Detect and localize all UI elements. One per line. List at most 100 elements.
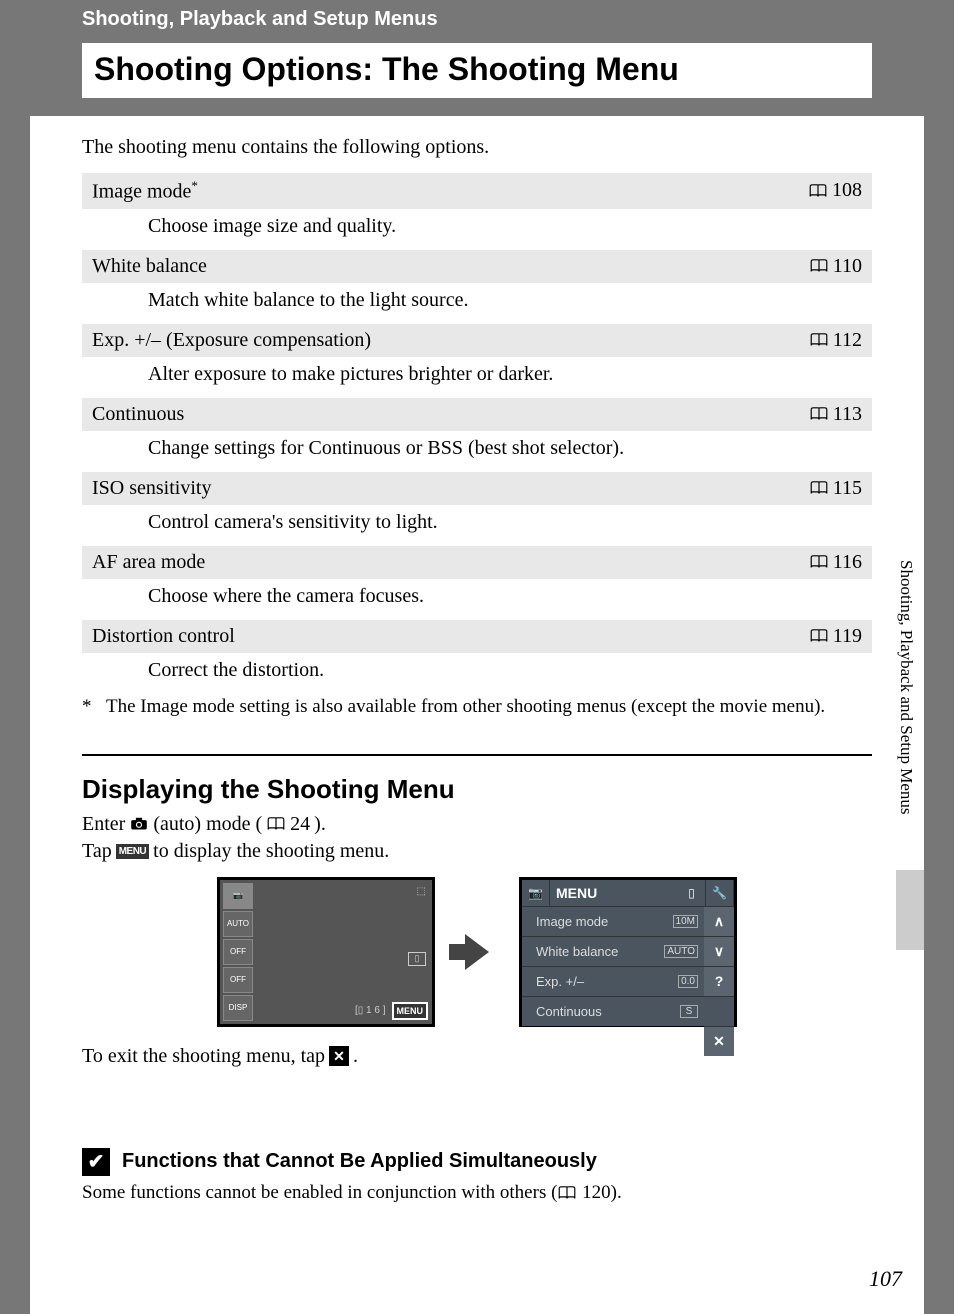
- content: The shooting menu contains the following…: [30, 116, 924, 1204]
- menu-row: White balance AUTO: [522, 936, 704, 966]
- instruction-line-2: Tap MENU to display the shooting menu.: [82, 840, 872, 863]
- screen1-midright-icon: ▯: [408, 952, 426, 966]
- option-block: Continuous 113Change settings for Contin…: [82, 398, 872, 468]
- side-tab-label: Shooting, Playback and Setup Menus: [896, 560, 916, 815]
- menu-row: Continuous S: [522, 996, 704, 1026]
- help-icon: ?: [704, 966, 734, 996]
- book-icon: [809, 259, 829, 273]
- option-page-ref: 119: [809, 625, 862, 648]
- title-band: Shooting Options: The Shooting Menu: [30, 39, 924, 116]
- option-label: Exp. +/– (Exposure compensation): [92, 329, 371, 352]
- option-desc: Control camera's sensitivity to light.: [82, 505, 872, 542]
- x-icon: ✕: [329, 1046, 349, 1066]
- book-icon: [557, 1186, 577, 1200]
- note-title-text: Functions that Cannot Be Applied Simulta…: [122, 1150, 597, 1173]
- option-block: ISO sensitivity 115Control camera's sens…: [82, 472, 872, 542]
- page-number: 107: [869, 1266, 902, 1292]
- footnote: * The Image mode setting is also availab…: [82, 690, 872, 718]
- option-header: ISO sensitivity 115: [82, 472, 872, 505]
- screen2-title: MENU: [550, 885, 678, 901]
- option-label: ISO sensitivity: [92, 477, 211, 500]
- spacer: [704, 996, 734, 1026]
- option-header: AF area mode 116: [82, 546, 872, 579]
- screen2-header: 📷 MENU ▯ 🔧: [522, 880, 734, 906]
- menu-row-label: Continuous: [536, 1004, 602, 1019]
- divider: [82, 754, 872, 756]
- option-block: White balance 110 Match white balance to …: [82, 250, 872, 320]
- option-header: Distortion control 119: [82, 620, 872, 653]
- menu-row-label: White balance: [536, 944, 618, 959]
- book-icon: [266, 817, 286, 831]
- menu-row: Image mode 10M: [522, 906, 704, 936]
- menu-row-label: Image mode: [536, 914, 608, 929]
- screen-shooting: 📷 AUTO OFF OFF DISP ⬚ ▯ [▯ 1 6 ] MENU: [217, 877, 435, 1027]
- option-desc: Alter exposure to make pictures brighter…: [82, 357, 872, 394]
- option-header: Exp. +/– (Exposure compensation) 112: [82, 324, 872, 357]
- page: Shooting, Playback and Setup Menus Shoot…: [30, 0, 924, 1314]
- footnote-mark: *: [82, 696, 96, 718]
- screen1-menu-button: MENU: [392, 1002, 429, 1020]
- book-icon: [809, 555, 829, 569]
- side-chip-off2: OFF: [223, 967, 253, 993]
- screen2-tab-setup: 🔧: [706, 880, 734, 906]
- scroll-down-icon: ∨: [704, 936, 734, 966]
- check-icon: ✔: [82, 1148, 110, 1176]
- option-label: AF area mode: [92, 551, 205, 574]
- screen2-sidebar: ∧ ∨ ? ✕: [704, 906, 734, 1056]
- option-desc: Choose image size and quality.: [82, 209, 872, 246]
- option-label: Distortion control: [92, 625, 235, 648]
- book-icon: [809, 629, 829, 643]
- side-tab: Shooting, Playback and Setup Menus: [888, 560, 924, 940]
- screen-menu: 📷 MENU ▯ 🔧 Image mode 10M White balance AUT…: [519, 877, 737, 1027]
- option-header: Image mode* 108: [82, 173, 872, 209]
- option-label: White balance: [92, 255, 207, 278]
- option-block: AF area mode 116Choose where the camera …: [82, 546, 872, 616]
- option-desc: Match white balance to the light source.: [82, 283, 872, 320]
- screen2-rows: Image mode 10M White balance AUTO Exp. +/–0.…: [522, 906, 704, 1024]
- side-chip-camera: 📷: [223, 883, 253, 909]
- option-header: Continuous 113: [82, 398, 872, 431]
- book-icon: [809, 333, 829, 347]
- screen1-bottom: [▯ 1 6 ] MENU: [355, 1002, 428, 1020]
- option-page-ref: 116: [809, 551, 862, 574]
- screen1-memory: [▯ 1 6 ]: [355, 1005, 386, 1016]
- option-page-ref: 112: [809, 329, 862, 352]
- page-title: Shooting Options: The Shooting Menu: [82, 43, 872, 98]
- option-desc: Choose where the camera focuses.: [82, 579, 872, 616]
- option-page-ref: 108: [808, 179, 862, 202]
- intro-text: The shooting menu contains the following…: [82, 136, 872, 159]
- option-block: Distortion control 119Correct the distor…: [82, 620, 872, 690]
- book-icon: [808, 184, 828, 198]
- menu-row-value: 10M: [673, 915, 698, 928]
- option-page-ref: 110: [809, 255, 862, 278]
- section-header: Shooting, Playback and Setup Menus: [30, 0, 924, 39]
- option-page-ref: 113: [809, 403, 862, 426]
- menu-row-value: AUTO: [664, 945, 698, 958]
- exit-instruction: To exit the shooting menu, tap ✕ .: [82, 1045, 872, 1068]
- screen1-sidebar: 📷 AUTO OFF OFF DISP: [223, 883, 253, 1021]
- side-chip-auto: AUTO: [223, 911, 253, 937]
- option-label: Image mode*: [92, 178, 198, 204]
- screenshots-row: 📷 AUTO OFF OFF DISP ⬚ ▯ [▯ 1 6 ] MENU 📷 …: [82, 877, 872, 1027]
- screen2-tab-movie: ▯: [678, 880, 706, 906]
- section-heading: Displaying the Shooting Menu: [82, 774, 872, 805]
- menu-row-value: S: [680, 1005, 698, 1018]
- screen2-tab-camera: 📷: [522, 880, 550, 906]
- scroll-up-icon: ∧: [704, 906, 734, 936]
- option-block: Image mode* 108Choose image size and qua…: [82, 173, 872, 246]
- side-tab-marker: [896, 870, 924, 950]
- side-chip-disp: DISP: [223, 995, 253, 1021]
- option-page-ref: 115: [809, 477, 862, 500]
- note-body: Some functions cannot be enabled in conj…: [82, 1182, 872, 1204]
- side-chip-off1: OFF: [223, 939, 253, 965]
- book-icon: [809, 407, 829, 421]
- book-icon: [809, 481, 829, 495]
- arrow-icon: [465, 934, 489, 970]
- menu-row-value: 0.0: [678, 975, 698, 988]
- section-header-text: Shooting, Playback and Setup Menus: [82, 8, 438, 30]
- menu-icon: MENU: [116, 844, 149, 859]
- menu-row: Exp. +/–0.0: [522, 966, 704, 996]
- close-icon: ✕: [704, 1026, 734, 1056]
- options-list: Image mode* 108Choose image size and qua…: [82, 173, 872, 690]
- camera-icon: [129, 817, 149, 831]
